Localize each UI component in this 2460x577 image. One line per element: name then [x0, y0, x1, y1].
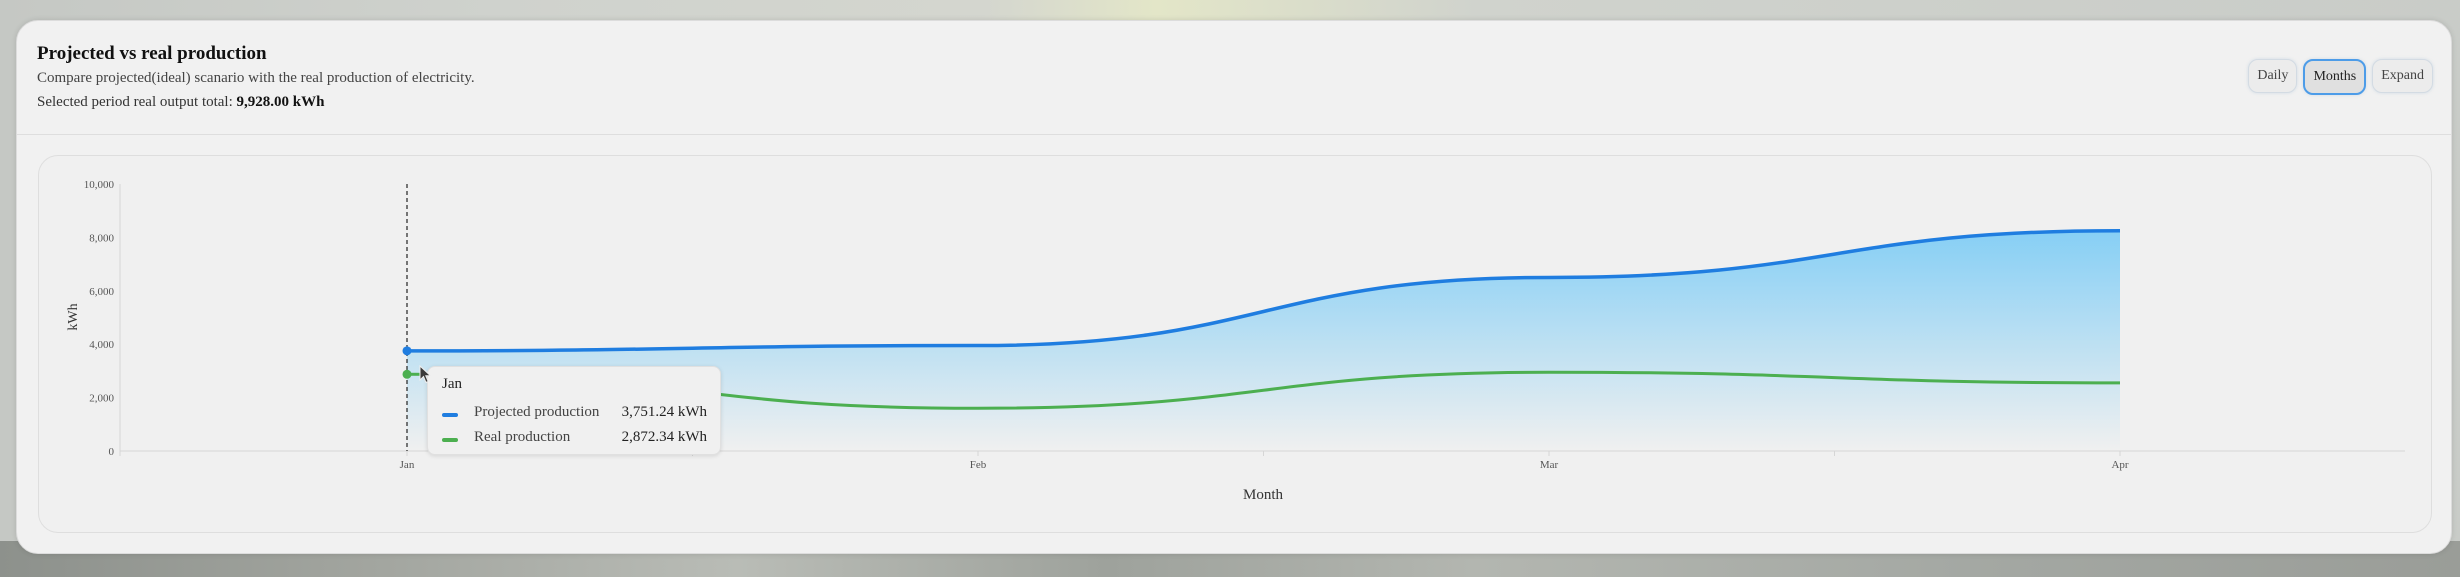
x-tick-label: Feb	[970, 459, 987, 471]
tooltip-series-name: Real production	[474, 429, 571, 445]
tooltip-title: Jan	[442, 376, 462, 392]
real-swatch	[442, 438, 458, 442]
real-hover-dot	[402, 369, 412, 379]
y-tick-label: 0	[109, 446, 115, 458]
y-tick-label: 8,000	[89, 232, 114, 244]
tooltip-row-projected: Projected production 3,751.24 kWh	[442, 404, 707, 424]
y-tick-label: 4,000	[89, 339, 114, 351]
tooltip-series-value: 3,751.24 kWh	[621, 404, 707, 420]
tooltip-series-name: Projected production	[474, 404, 600, 420]
chart-tooltip: Jan Projected production 3,751.24 kWh Re…	[427, 366, 721, 455]
production-chart[interactable]: 0 2,000 4,000 6,000 8,000 10,000 Jan Feb Mar Apr M…	[0, 0, 2460, 577]
projected-swatch	[442, 413, 458, 417]
x-tick-label: Jan	[400, 459, 415, 471]
x-axis-title: Month	[1243, 487, 1284, 503]
y-tick-label: 10,000	[84, 179, 115, 191]
y-tick-label: 6,000	[89, 286, 114, 298]
y-tick-label: 2,000	[89, 393, 114, 405]
x-tick-label: Apr	[2111, 459, 2128, 471]
y-axis-title: kWh	[66, 303, 81, 330]
mouse-pointer-icon	[419, 365, 432, 384]
tooltip-row-real: Real production 2,872.34 kWh	[442, 429, 707, 449]
tooltip-series-value: 2,872.34 kWh	[621, 429, 707, 445]
x-tick-label: Mar	[1540, 459, 1559, 471]
projected-hover-dot	[402, 346, 412, 356]
